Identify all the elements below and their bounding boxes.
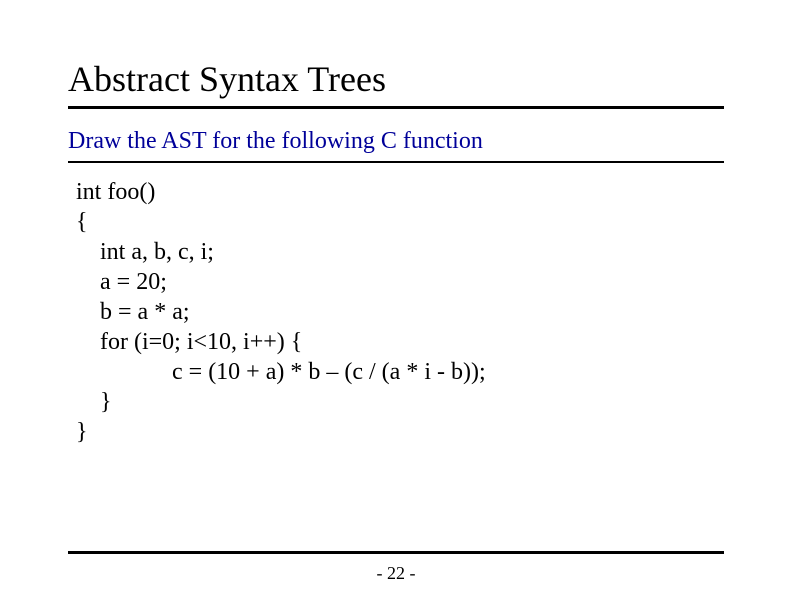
code-line: int a, b, c, i; bbox=[76, 239, 214, 265]
title-rule bbox=[68, 106, 724, 109]
code-line: b = a * a; bbox=[76, 299, 190, 325]
code-line: { bbox=[76, 209, 88, 235]
subtitle-rule bbox=[68, 161, 724, 163]
slide-title: Abstract Syntax Trees bbox=[68, 60, 724, 100]
code-line: int foo() bbox=[76, 179, 155, 205]
code-block: int foo() { int a, b, c, i; a = 20; b = … bbox=[76, 177, 724, 447]
code-line: for (i=0; i<10, i++) { bbox=[76, 329, 302, 355]
code-line: } bbox=[76, 419, 88, 445]
slide-container: Abstract Syntax Trees Draw the AST for t… bbox=[0, 0, 792, 612]
page-number: - 22 - bbox=[0, 563, 792, 584]
code-line: a = 20; bbox=[76, 269, 167, 295]
code-line: c = (10 + a) * b – (c / (a * i - b)); bbox=[76, 359, 486, 385]
slide-subtitle: Draw the AST for the following C functio… bbox=[68, 127, 724, 156]
bottom-rule bbox=[68, 551, 724, 554]
code-line: } bbox=[76, 389, 112, 415]
